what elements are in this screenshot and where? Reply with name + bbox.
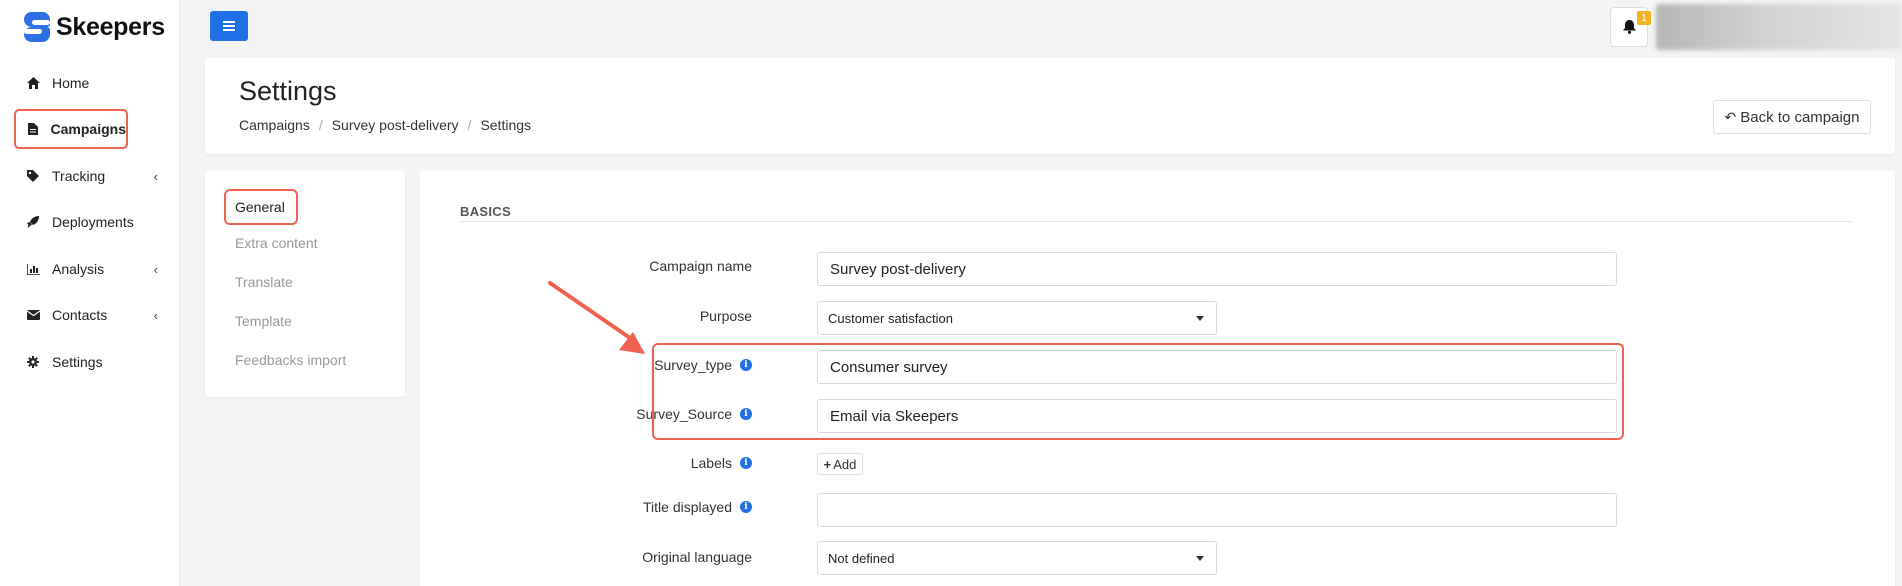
notifications-button[interactable]: 1 — [1610, 7, 1651, 47]
gear-icon — [26, 355, 40, 369]
rocket-icon — [26, 215, 40, 229]
highlight-box — [652, 343, 1624, 440]
sidebar-item-label: Tracking — [52, 168, 106, 184]
page-title: Settings — [239, 76, 337, 106]
submenu-item-feedbacks-import[interactable]: Feedbacks import — [235, 352, 346, 368]
breadcrumb-item[interactable]: Campaigns — [239, 117, 310, 133]
hamburger-icon — [223, 25, 235, 27]
page-header: Settings Campaigns / Survey post-deliver… — [205, 58, 1895, 154]
purpose-selected-value: Customer satisfaction — [828, 310, 953, 326]
breadcrumb-item: Settings — [480, 117, 532, 133]
caret-down-icon — [1196, 316, 1204, 321]
info-icon[interactable]: i — [740, 457, 752, 469]
breadcrumb-separator: / — [467, 117, 472, 133]
bell-icon — [1622, 20, 1636, 34]
caret-down-icon — [1196, 556, 1204, 561]
sidebar-item-label: Settings — [52, 354, 103, 370]
user-profile-blurred[interactable] — [1656, 4, 1902, 50]
campaign-name-label: Campaign name — [649, 258, 752, 274]
skeepers-logo-icon — [24, 12, 50, 42]
original-language-selected-value: Not defined — [828, 550, 895, 566]
purpose-label: Purpose — [699, 308, 752, 324]
submenu-item-translate[interactable]: Translate — [235, 274, 293, 290]
add-label-button[interactable]: + Add — [817, 453, 863, 475]
add-label-text: Add — [833, 456, 857, 472]
breadcrumb-separator: / — [318, 117, 323, 133]
submenu-item-template[interactable]: Template — [235, 313, 292, 329]
chevron-left-icon: ‹ — [153, 261, 158, 277]
plus-icon: + — [823, 456, 832, 472]
logo-text: Skeepers — [56, 12, 165, 41]
bar-chart-icon — [26, 262, 40, 276]
title-displayed-input[interactable] — [817, 493, 1617, 527]
sidebar: Skeepers Home Campaigns Tracking ‹ Deplo… — [0, 0, 180, 586]
notification-badge: 1 — [1637, 11, 1651, 25]
home-icon — [26, 76, 40, 90]
breadcrumb-item[interactable]: Survey post-delivery — [332, 117, 459, 133]
sidebar-item-home[interactable]: Home — [14, 63, 170, 103]
logo[interactable]: Skeepers — [24, 12, 165, 42]
labels-label: Labels i — [691, 455, 752, 471]
sidebar-item-label: Analysis — [52, 261, 105, 277]
section-divider — [460, 221, 1853, 222]
file-icon — [28, 122, 39, 136]
campaign-name-input[interactable]: Survey post-delivery — [817, 252, 1617, 286]
original-language-select[interactable]: Not defined — [817, 541, 1217, 575]
sidebar-item-analysis[interactable]: Analysis ‹ — [14, 249, 170, 289]
original-language-label: Original language — [642, 549, 752, 565]
undo-icon: ↶ — [1724, 108, 1737, 125]
info-icon[interactable]: i — [740, 501, 752, 513]
chevron-left-icon: ‹ — [153, 168, 158, 184]
breadcrumb: Campaigns / Survey post-delivery / Setti… — [239, 117, 531, 133]
purpose-select[interactable]: Customer satisfaction — [817, 301, 1217, 335]
submenu-item-general[interactable]: General — [224, 189, 298, 225]
sidebar-item-deployments[interactable]: Deployments — [14, 202, 170, 242]
sidebar-item-label: Deployments — [52, 214, 134, 230]
section-title: BASICS — [460, 204, 511, 219]
envelope-icon — [26, 308, 40, 322]
chevron-left-icon: ‹ — [153, 307, 158, 323]
settings-submenu: General Extra content Translate Template… — [205, 171, 405, 397]
back-button-label: Back to campaign — [1740, 108, 1860, 126]
sidebar-item-contacts[interactable]: Contacts ‹ — [14, 295, 170, 335]
annotation-arrow-icon — [548, 281, 645, 354]
tag-icon — [26, 169, 40, 183]
sidebar-item-settings[interactable]: Settings — [14, 342, 170, 382]
sidebar-item-label: Contacts — [52, 307, 108, 323]
submenu-item-extra-content[interactable]: Extra content — [235, 235, 318, 251]
sidebar-item-tracking[interactable]: Tracking ‹ — [14, 156, 170, 196]
sidebar-item-label: Home — [52, 75, 90, 91]
sidebar-item-label: Campaigns — [50, 121, 126, 137]
sidebar-item-campaigns[interactable]: Campaigns — [14, 109, 128, 149]
hamburger-menu-button[interactable] — [210, 11, 248, 41]
back-to-campaign-button[interactable]: ↶ Back to campaign — [1713, 100, 1871, 134]
title-displayed-label: Title displayed i — [643, 499, 752, 515]
